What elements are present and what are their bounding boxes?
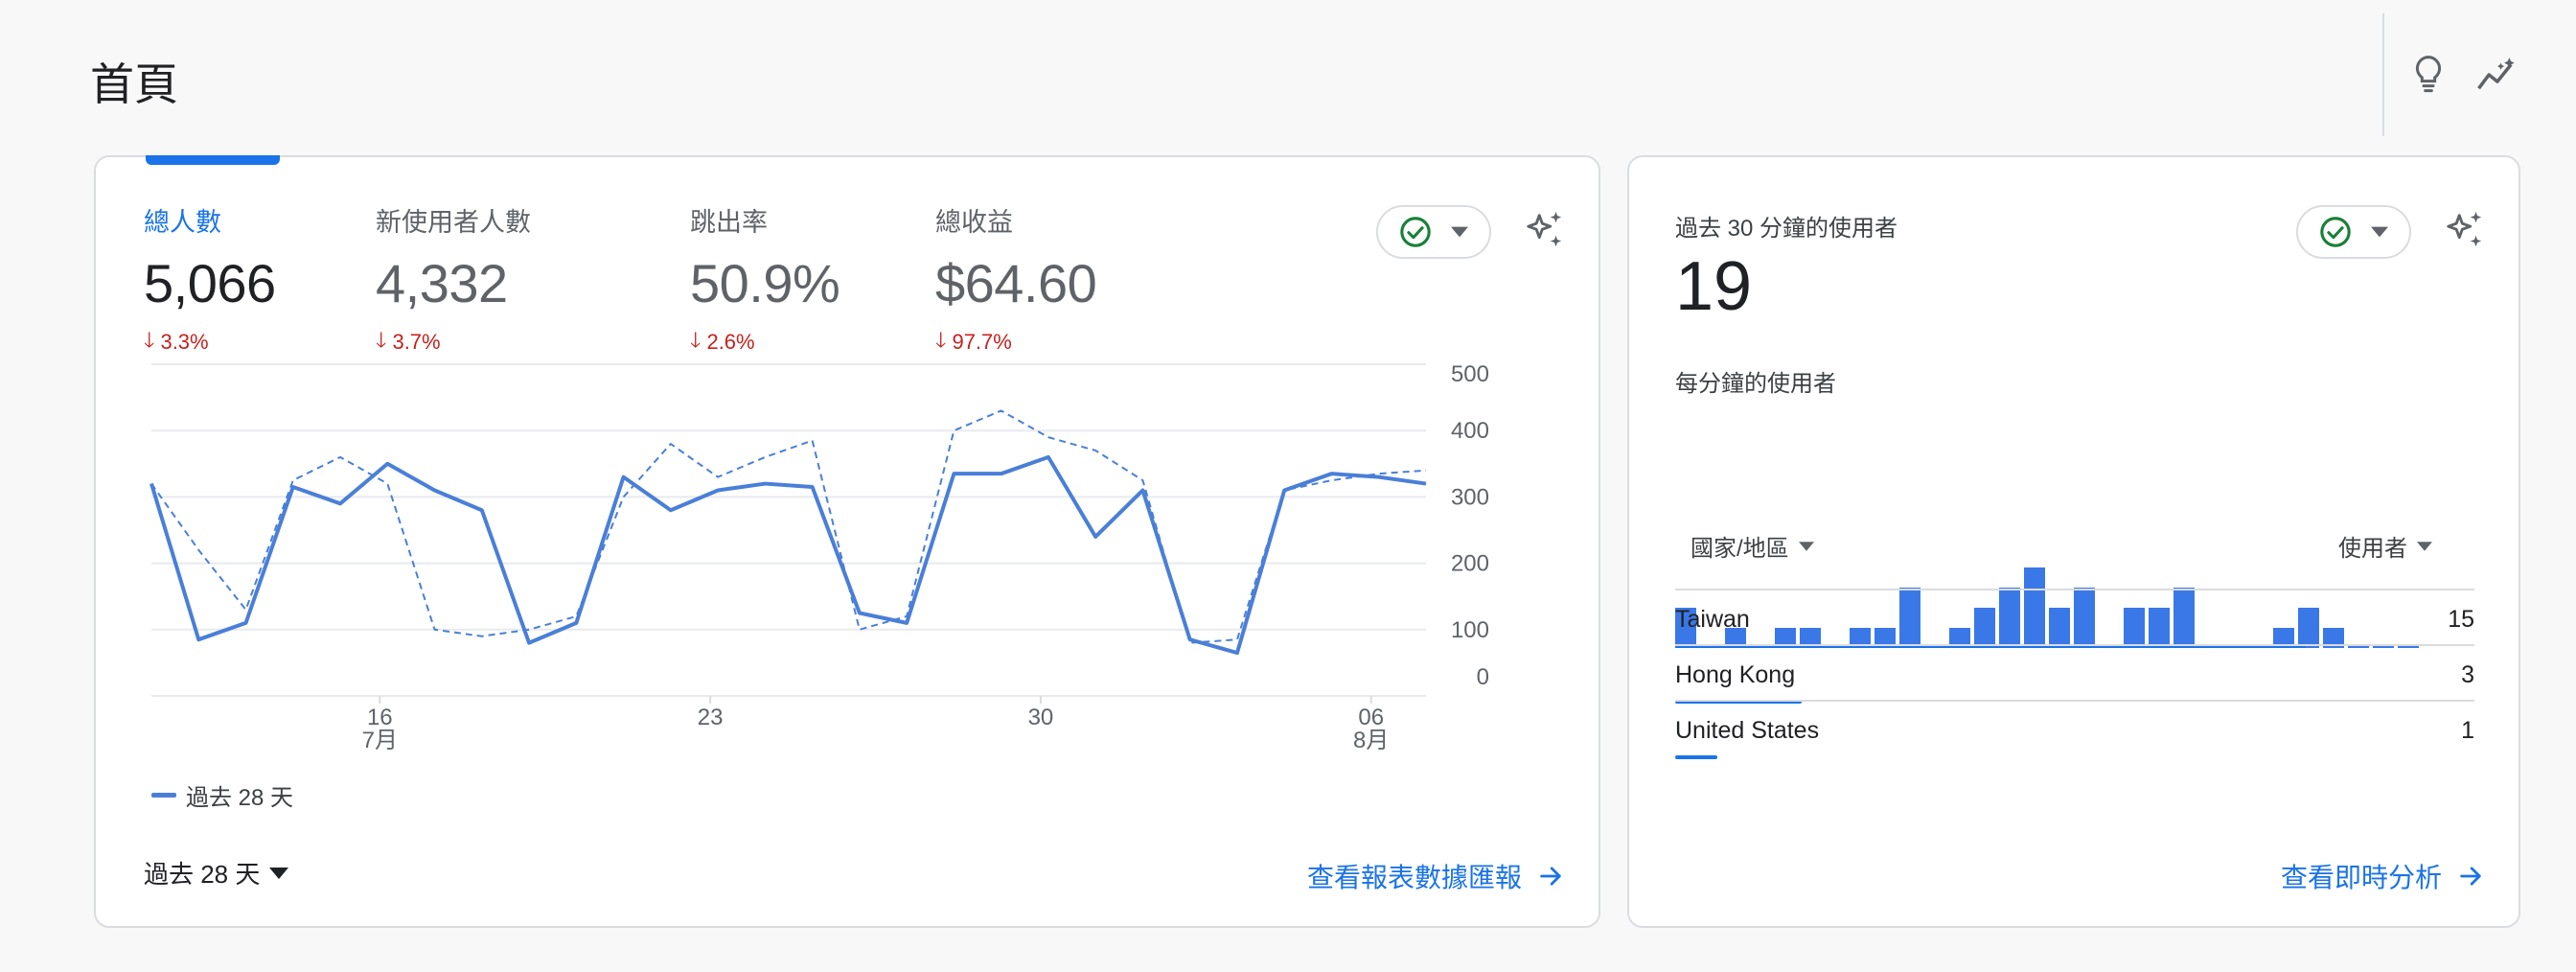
metric-label: 總收益 — [935, 208, 1013, 237]
metric-value: 5,066 — [144, 253, 276, 313]
realtime-card: 過去 30 分鐘的使用者 19 每分鐘的使用者 國家/地區 使用者 Taiwan… — [1627, 155, 2520, 928]
view-reports-label: 查看報表數據匯報 — [1306, 863, 1522, 892]
series-line-primary — [150, 454, 1427, 656]
users-column-header[interactable]: 使用者 — [2338, 529, 2432, 563]
country-name: Hong Kong — [1675, 661, 1796, 688]
insights-icon[interactable] — [2472, 50, 2522, 100]
metric-value: 50.9% — [690, 253, 840, 313]
check-circle-icon — [2320, 217, 2351, 247]
view-realtime-link[interactable]: 查看即時分析 — [2281, 857, 2484, 895]
arrow-right-icon — [2460, 867, 2481, 886]
y-tick-label: 0 — [1477, 664, 1489, 690]
x-tick-month-label: 8月 — [1353, 728, 1389, 752]
country-name: Taiwan — [1675, 606, 1750, 633]
sparkle-icon[interactable] — [2440, 205, 2490, 255]
bar-track — [1675, 755, 2474, 759]
x-tick-label: 06 — [1358, 705, 1384, 730]
table-divider — [1675, 589, 2474, 590]
caret-down-icon — [1451, 226, 1468, 238]
y-tick-label: 400 — [1451, 418, 1489, 444]
metric-label: 總人數 — [144, 208, 221, 237]
user-count: 1 — [2461, 717, 2474, 744]
realtime-label: 過去 30 分鐘的使用者 — [1675, 216, 1898, 242]
users-column-label: 使用者 — [2338, 536, 2407, 562]
metric-label: 新使用者人數 — [376, 208, 531, 237]
x-tick-month-label: 7月 — [362, 728, 398, 752]
caret-down-icon — [1798, 541, 1814, 551]
x-tick-label: 16 — [367, 705, 393, 730]
active-tab-indicator — [146, 155, 280, 165]
metric-new-users[interactable]: 新使用者人數 4,332 🡓 3.7% — [376, 201, 531, 360]
realtime-value: 19 — [1675, 248, 1753, 325]
overview-card: 總人數 5,066 🡓 3.3% 新使用者人數 4,332 🡓 3.7% 跳出率 5… — [94, 155, 1600, 928]
country-column-header[interactable]: 國家/地區 — [1690, 529, 1814, 563]
header-divider — [2382, 13, 2384, 136]
metric-total-users[interactable]: 總人數 5,066 🡓 3.3% — [144, 201, 276, 360]
caret-down-icon — [269, 867, 289, 879]
y-tick-label: 100 — [1451, 617, 1489, 643]
view-reports-link[interactable]: 查看報表數據匯報 — [1307, 857, 1564, 895]
table-divider — [1675, 644, 2474, 646]
share-bar — [1675, 755, 1717, 759]
users-line-chart: 500 400 300 200 100 0 167月 23 30 068月 — [150, 361, 1489, 752]
user-count: 3 — [2461, 661, 2474, 688]
legend-swatch — [151, 793, 176, 798]
chart-legend: 過去 28 天 — [151, 778, 293, 812]
page-title: 首頁 — [90, 59, 178, 109]
metric-total-revenue[interactable]: 總收益 $64.60 🡓 97.7% — [935, 201, 1097, 360]
metric-label: 跳出率 — [690, 208, 768, 237]
y-tick-label: 500 — [1451, 361, 1489, 387]
x-tick-label: 30 — [1028, 705, 1054, 730]
view-realtime-label: 查看即時分析 — [2280, 863, 2442, 892]
user-count: 15 — [2448, 606, 2474, 633]
metric-value: $64.60 — [935, 253, 1097, 313]
table-row[interactable]: United States 1 — [1675, 709, 2474, 765]
date-range-dropdown[interactable]: 過去 28 天 — [144, 855, 289, 891]
x-tick-label: 23 — [698, 705, 724, 730]
metric-value: 4,332 — [376, 253, 508, 313]
country-name: United States — [1675, 717, 1820, 744]
arrow-right-icon — [1540, 867, 1561, 886]
per-minute-label: 每分鐘的使用者 — [1675, 371, 1836, 397]
series-line-comparison — [150, 409, 1427, 644]
sparkle-icon[interactable] — [1520, 205, 1570, 255]
country-column-label: 國家/地區 — [1690, 536, 1789, 562]
metric-bounce-rate[interactable]: 跳出率 50.9% 🡓 2.6% — [690, 201, 840, 360]
y-tick-label: 200 — [1451, 551, 1489, 577]
caret-down-icon — [2417, 541, 2432, 551]
check-circle-icon — [1400, 217, 1431, 247]
data-quality-dropdown[interactable] — [2296, 205, 2411, 259]
lightbulb-icon[interactable] — [2404, 50, 2453, 100]
y-tick-label: 300 — [1451, 484, 1489, 510]
table-divider — [1675, 700, 2474, 702]
caret-down-icon — [2371, 226, 2388, 238]
data-quality-dropdown[interactable] — [1376, 205, 1491, 259]
legend-label: 過去 28 天 — [186, 785, 294, 811]
date-range-label: 過去 28 天 — [144, 860, 261, 889]
